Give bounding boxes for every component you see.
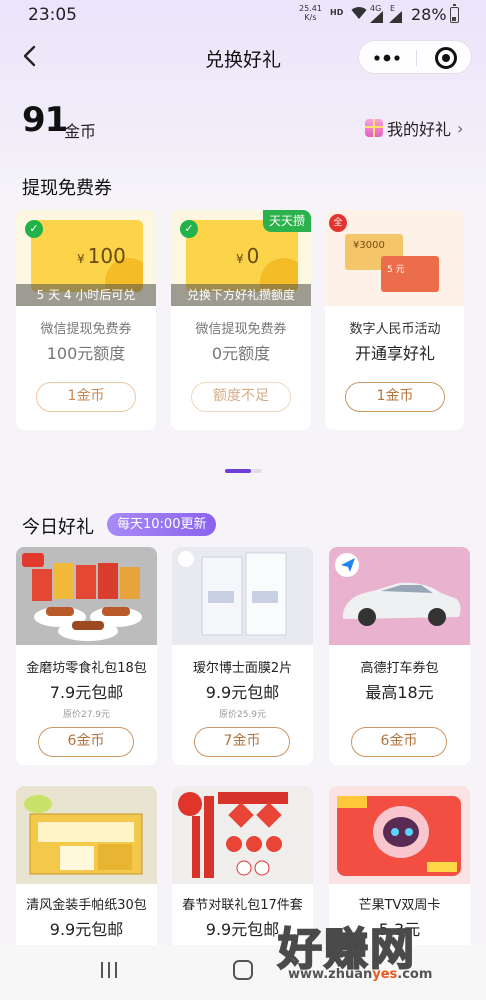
chevron-right-icon: › xyxy=(457,118,464,138)
spring-couplet-image xyxy=(172,786,313,884)
update-time-badge: 每天10:00更新 xyxy=(107,513,217,536)
tissue-pack-image xyxy=(16,786,157,884)
battery-percent: 28% xyxy=(411,5,447,24)
product-card[interactable]: 金磨坊零食礼包18包 7.9元包邮 原价27.9元 6金币 xyxy=(16,547,157,765)
digital-rmb-icon: 全 xyxy=(329,214,347,232)
status-time: 23:05 xyxy=(28,5,77,25)
product-price: 9.9元包邮 xyxy=(49,920,124,939)
my-gifts-label: 我的好礼 xyxy=(387,120,452,139)
redeem-button[interactable]: 1金币 xyxy=(36,382,136,412)
original-price: 原价27.9元 xyxy=(62,710,111,720)
my-gifts-link[interactable]: 我的好礼 › xyxy=(365,116,463,140)
redeem-button[interactable]: 6金币 xyxy=(351,727,447,757)
voucher-image: ¥0 ✓ 天天攒 兑换下方好礼攒额度 xyxy=(171,210,311,306)
coin-balance: 91 xyxy=(22,100,68,140)
product-name: 瑷尔博士面膜2片 xyxy=(192,661,293,676)
battery-icon xyxy=(450,4,459,23)
more-options-icon[interactable] xyxy=(371,49,403,67)
carousel-indicator xyxy=(225,469,262,473)
redeem-button[interactable]: 1金币 xyxy=(345,382,445,412)
site-watermark: 好赚网 www.zhuanyes.com xyxy=(277,913,478,985)
digital-rmb-image: 全 ¥3000 5 元 xyxy=(325,210,464,306)
withdraw-voucher-card[interactable]: ¥100 ✓ 5 天 4 小时后可兑 微信提现免费券 100元额度 1金币 xyxy=(16,210,156,430)
voucher-subtitle: 微信提现免费券 xyxy=(40,322,132,337)
voucher-ticket: ¥100 xyxy=(31,220,143,292)
countdown-overlay: 5 天 4 小时后可兑 xyxy=(16,284,156,306)
network-speed: 25.41 K/s xyxy=(299,4,322,22)
mini-program-capsule xyxy=(358,40,472,74)
product-name: 高德打车券包 xyxy=(360,661,439,676)
product-card[interactable]: 高德打车券包 最高18元 6金币 xyxy=(329,547,470,765)
taxi-coupon-image xyxy=(329,547,470,645)
product-name: 金磨坊零食礼包18包 xyxy=(26,661,147,676)
product-price: 9.9元包邮 xyxy=(205,683,280,702)
voucher-quota: 0元额度 xyxy=(211,344,271,363)
voucher-amount: ¥0 xyxy=(236,244,260,268)
snack-pack-image xyxy=(16,547,157,645)
voucher-subtitle: 微信提现免费券 xyxy=(195,322,287,337)
redeem-button[interactable]: 7金币 xyxy=(194,727,290,757)
original-price: 原价25.9元 xyxy=(218,710,267,720)
signal-icon xyxy=(370,11,383,23)
wechat-pay-icon: ✓ xyxy=(180,220,198,238)
close-mini-program-icon[interactable] xyxy=(435,47,457,69)
insufficient-quota-button[interactable]: 额度不足 xyxy=(191,382,291,412)
product-name: 春节对联礼包17件套 xyxy=(182,898,303,913)
wechat-pay-icon: ✓ xyxy=(25,220,43,238)
withdraw-section-title: 提现免费券 xyxy=(22,178,112,199)
product-price: 7.9元包邮 xyxy=(49,683,124,702)
signal-2-icon xyxy=(389,11,402,23)
product-name: 清风金装手帕纸30包 xyxy=(26,898,147,913)
today-section-title: 今日好礼 xyxy=(22,517,94,538)
wifi-icon xyxy=(351,7,367,20)
voucher-image: ¥100 ✓ 5 天 4 小时后可兑 xyxy=(16,210,156,306)
withdraw-voucher-card[interactable]: ¥0 ✓ 天天攒 兑换下方好礼攒额度 微信提现免费券 0元额度 额度不足 xyxy=(171,210,311,430)
digital-rmb-card[interactable]: 全 ¥3000 5 元 数字人民币活动 开通享好礼 1金币 xyxy=(325,210,464,430)
capsule-divider xyxy=(416,50,417,66)
recent-apps-icon[interactable] xyxy=(101,962,119,978)
daily-save-tag: 天天攒 xyxy=(262,210,311,232)
activity-main: 开通享好礼 xyxy=(354,344,435,363)
hd-indicator: HD xyxy=(330,8,344,17)
face-mask-image xyxy=(172,547,313,645)
coin-unit: 金币 xyxy=(64,122,97,141)
voucher-quota: 100元额度 xyxy=(46,344,126,363)
status-bar: 23:05 25.41 K/s HD 4G E 28% xyxy=(0,0,486,30)
banknote-image: 5 元 xyxy=(381,256,439,292)
gift-icon xyxy=(365,119,383,137)
watermark-url: www.zhuanyes.com xyxy=(288,967,433,982)
voucher-amount: ¥100 xyxy=(77,244,126,268)
hint-overlay: 兑换下方好礼攒额度 xyxy=(171,284,311,306)
redeem-button[interactable]: 6金币 xyxy=(38,727,134,757)
home-icon[interactable] xyxy=(233,960,253,980)
product-price: 最高18元 xyxy=(365,683,434,702)
product-name: 芒果TV双周卡 xyxy=(358,898,441,913)
product-card[interactable]: 瑷尔博士面膜2片 9.9元包邮 原价25.9元 7金币 xyxy=(172,547,313,765)
activity-subtitle: 数字人民币活动 xyxy=(349,322,441,337)
mango-tv-card-image xyxy=(329,786,470,884)
